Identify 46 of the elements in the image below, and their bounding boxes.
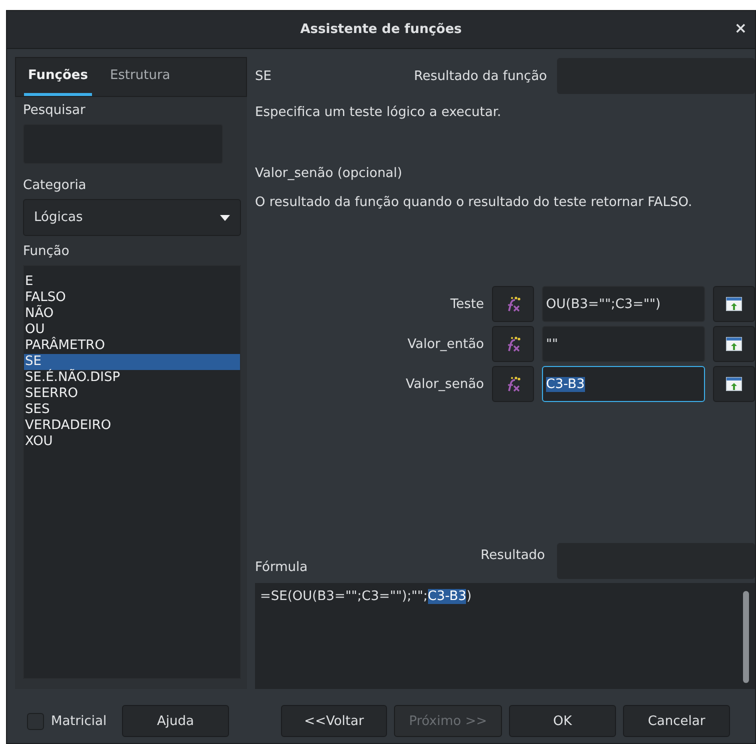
list-item[interactable]: PARÂMETRO [24, 338, 240, 354]
list-item[interactable]: FALSO [24, 290, 240, 306]
checkbox-label: Matricial [51, 714, 108, 728]
function-button[interactable] [492, 326, 534, 362]
argument-field[interactable]: OU(B3="";C3="") [542, 286, 705, 322]
close-button[interactable]: × [734, 19, 747, 37]
shrink-button[interactable] [713, 286, 755, 322]
list-item[interactable]: SE [24, 354, 240, 370]
field-label: Resultado [480, 548, 545, 563]
field-label: Pesquisar [23, 103, 86, 118]
window-title: Assistente de funções [300, 22, 462, 37]
list-item[interactable]: VERDADEIRO [24, 418, 240, 434]
argument-label: Valor_senão [406, 376, 484, 392]
list-item[interactable]: XOU [24, 434, 240, 450]
list-item[interactable]: SE.É.NÃO.DISP [24, 370, 240, 386]
ok-button[interactable]: OK [509, 705, 616, 737]
list-item[interactable]: SEERRO [24, 386, 240, 402]
field-label: Fórmula [255, 560, 308, 575]
argument-field[interactable]: C3-B3 [542, 366, 705, 402]
category-dropdown[interactable]: Lógicas [23, 199, 241, 236]
field-label: Categoria [23, 178, 86, 193]
field-label: Resultado da função [414, 68, 547, 84]
caret-icon [220, 214, 230, 220]
argument-field[interactable]: "" [542, 326, 705, 362]
tab[interactable]: Estrutura [106, 58, 174, 96]
list-item[interactable]: SES [24, 402, 240, 418]
scrollbar[interactable] [743, 591, 749, 683]
argument-description: O resultado da função quando o resultado do teste retornar FALSO. [255, 195, 692, 210]
list-item[interactable]: OU [24, 322, 240, 338]
function-button[interactable] [492, 366, 534, 402]
list-item[interactable]: E [24, 274, 240, 290]
back-button[interactable]: <<Voltar [281, 705, 387, 737]
argument-name: Valor_senão (opcional) [255, 166, 402, 181]
field-label: Função [23, 244, 70, 259]
argument-label: Valor_então [407, 336, 484, 352]
help-button[interactable]: Ajuda [122, 705, 229, 737]
function-description: Especifica um teste lógico a executar. [255, 105, 502, 120]
shrink-button[interactable] [713, 326, 755, 362]
list-item[interactable]: NÃO [24, 306, 240, 322]
formula-field[interactable]: =SE(OU(B3="";C3="");"";C3-B3) [255, 583, 755, 689]
function-name: SE [255, 68, 272, 84]
shrink-button[interactable] [713, 366, 755, 402]
function-button[interactable] [492, 286, 534, 322]
cancel-button[interactable]: Cancelar [623, 705, 730, 737]
checkbox[interactable] [27, 712, 44, 730]
argument-label: Teste [450, 296, 484, 312]
